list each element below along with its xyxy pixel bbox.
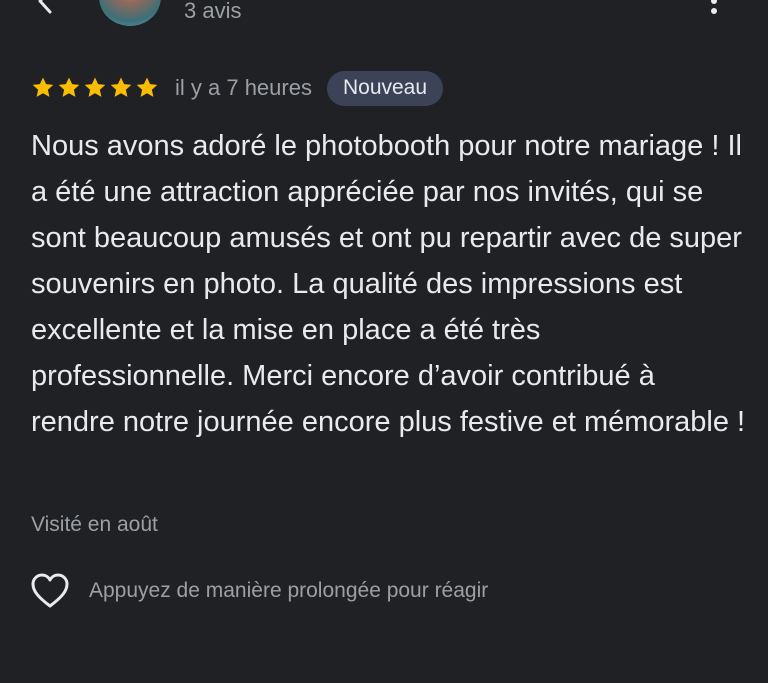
star-icon (58, 77, 80, 97)
review-count: 3 avis (184, 0, 242, 23)
back-chevron-icon[interactable] (30, 0, 60, 16)
avatar[interactable] (99, 0, 161, 26)
star-icon (110, 77, 132, 97)
react-label: Appuyez de manière prolongée pour réagir (89, 579, 489, 602)
star-icon (136, 77, 158, 97)
star-icon (32, 77, 54, 97)
star-rating (31, 76, 159, 100)
visit-date: Visité en août (31, 513, 158, 536)
more-options-icon[interactable] (706, 0, 722, 16)
review-time: il y a 7 heures (175, 75, 312, 100)
review-text: Nous avons adoré le photobooth pour notr… (31, 130, 746, 438)
star-icon (84, 77, 106, 97)
react-button[interactable]: Appuyez de manière prolongée pour réagir (30, 570, 488, 612)
rating-row: il y a 7 heures Nouveau (31, 70, 444, 106)
heart-outline-icon[interactable] (30, 572, 70, 610)
new-badge: Nouveau (326, 70, 444, 106)
